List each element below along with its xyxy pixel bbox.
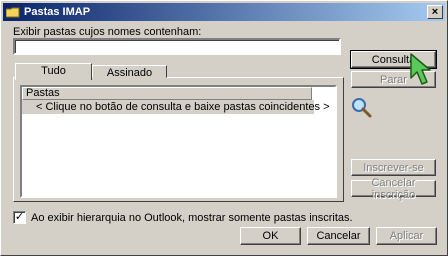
subscribe-button[interactable]: Inscrever-se [351, 159, 436, 176]
close-button[interactable]: × [427, 5, 443, 19]
column-header-folders[interactable]: Pastas [22, 87, 312, 100]
show-subscribed-only-label: Ao exibir hierarquia no Outlook, mostrar… [31, 212, 353, 224]
ok-button-label: OK [262, 230, 279, 242]
pointer-cursor-icon [408, 52, 434, 91]
tab-all[interactable]: Tudo [15, 63, 92, 80]
unsubscribe-button-label: Cancelar inscrição [371, 176, 416, 201]
folder-filter-input[interactable] [13, 38, 341, 55]
tab-subscribed[interactable]: Assinado [92, 65, 167, 79]
subscribe-button-label: Inscrever-se [363, 161, 424, 174]
check-icon: ✓ [14, 211, 25, 223]
list-item-label: < Clique no botão de consulta e baixe pa… [36, 101, 330, 113]
show-subscribed-only-checkbox[interactable]: ✓ [13, 211, 26, 224]
stop-button-label: Parar [380, 73, 407, 86]
apply-button[interactable]: Aplicar [376, 227, 437, 245]
title-bar: Pastas IMAP × [3, 3, 445, 21]
tab-panel: Pastas < Clique no botão de consulta e b… [13, 77, 344, 202]
cancel-button[interactable]: Cancelar [307, 227, 370, 245]
apply-button-label: Aplicar [389, 230, 424, 242]
filter-label: Exibir pastas cujos nomes contenham: [13, 26, 202, 38]
ok-button[interactable]: OK [240, 227, 301, 245]
tab-subscribed-label: Assinado [106, 67, 153, 79]
window-title: Pastas IMAP [24, 6, 91, 18]
cancel-button-label: Cancelar [316, 230, 361, 242]
folder-icon [5, 7, 20, 18]
unsubscribe-button[interactable]: Cancelar inscrição [351, 177, 436, 201]
tab-all-label: Tudo [41, 65, 66, 77]
column-header-label: Pastas [26, 87, 60, 99]
close-icon: × [431, 6, 439, 18]
magnifier-icon [351, 97, 373, 122]
list-item[interactable]: < Clique no botão de consulta e baixe pa… [22, 100, 330, 114]
folders-list[interactable]: Pastas < Clique no botão de consulta e b… [20, 85, 337, 198]
imap-folders-dialog: Pastas IMAP × Exibir pastas cujos nomes … [0, 0, 448, 256]
